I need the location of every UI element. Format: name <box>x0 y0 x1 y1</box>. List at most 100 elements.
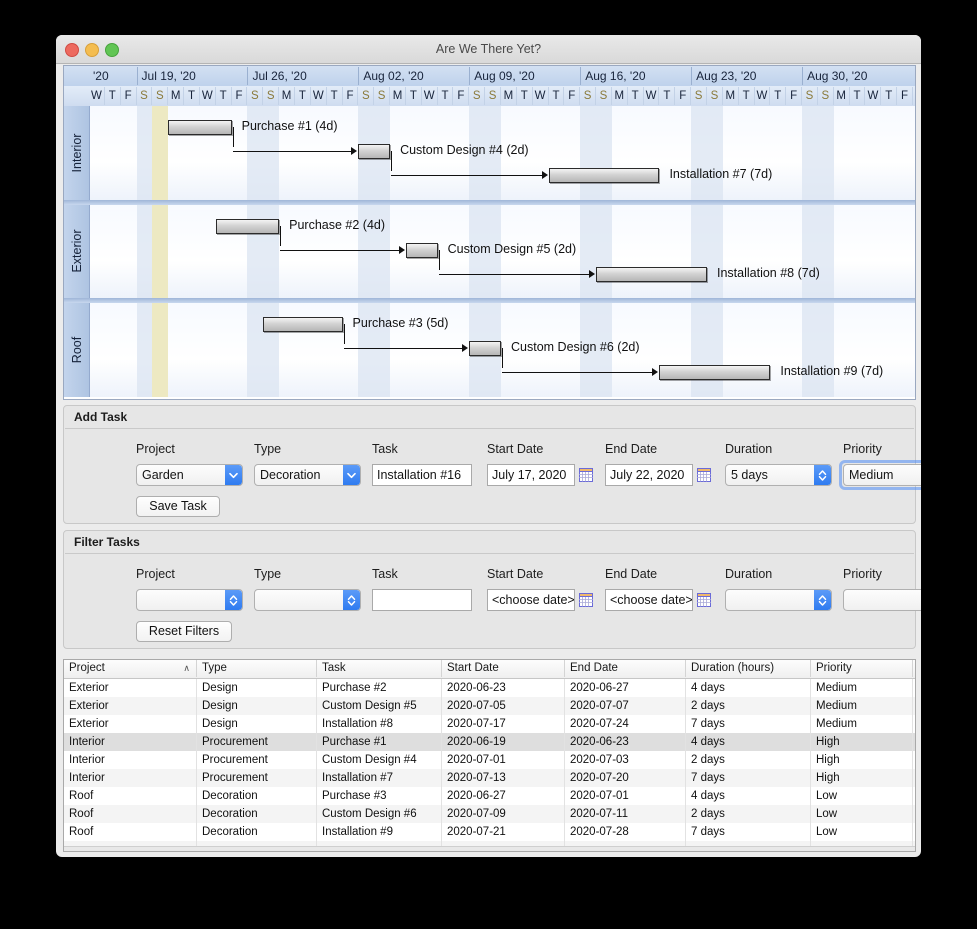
table-cell: Interior <box>64 751 197 769</box>
table-cell: 2020-06-27 <box>442 787 565 805</box>
gantt-day-label: F <box>675 87 692 105</box>
gantt-day-label: F <box>453 87 470 105</box>
gantt-week-label: '20 <box>93 69 109 83</box>
filter-start-date-input[interactable]: <choose date> <box>487 589 575 611</box>
gantt-bar[interactable] <box>469 341 501 357</box>
table-cell: 4 days <box>686 787 811 805</box>
gantt-bar-label: Purchase #3 (5d) <box>352 316 449 331</box>
gantt-link-horizontal <box>280 249 400 251</box>
table-column-header[interactable]: Project ∧ <box>64 660 197 677</box>
gantt-bar[interactable] <box>263 317 343 333</box>
table-cell: Decoration <box>197 787 317 805</box>
table-cell: 7 days <box>686 769 811 787</box>
table-column-header[interactable]: Duration (hours) <box>686 660 811 677</box>
table-cell: 2020-07-28 <box>565 823 686 841</box>
gantt-bar-label: Custom Design #4 (2d) <box>400 143 529 157</box>
gantt-day-label: F <box>232 87 248 105</box>
calendar-icon[interactable] <box>579 468 593 482</box>
table-cell: High <box>811 733 913 751</box>
table-row[interactable]: Exterior Design Custom Design #5 2020-07-05… <box>64 697 915 715</box>
add-task-name-input[interactable]: Installation #16 <box>372 464 472 486</box>
table-row[interactable]: Interior Procurement Installation #7 2020-0… <box>64 769 915 787</box>
add-end-date-input[interactable]: July 22, 2020 <box>605 464 693 486</box>
reset-filters-button[interactable]: Reset Filters <box>136 621 232 642</box>
add-project-label: Project <box>136 442 175 456</box>
gantt-day-label: S <box>263 87 280 105</box>
gantt-day-label: S <box>580 87 597 105</box>
gantt-day-label: S <box>152 87 169 105</box>
gantt-weekend-column <box>817 204 834 299</box>
tasks-table[interactable]: Project ∧ Type Task Start Date End Date Durati… <box>63 659 916 852</box>
table-row[interactable]: Interior Procurement Custom Design #4 2020-… <box>64 751 915 769</box>
gantt-row: Purchase #2 (4d) Custom Design #5 (2d) Ins… <box>64 204 915 299</box>
gantt-day-label: S <box>374 87 391 105</box>
add-priority-select[interactable]: Medium <box>843 464 921 486</box>
table-cell: Design <box>197 697 317 715</box>
filter-duration-select[interactable] <box>725 589 832 611</box>
gantt-chart[interactable]: '20 Jul 19, '20 Jul 26, '20 Aug 02, '20 Aug … <box>63 65 916 400</box>
gantt-bar[interactable] <box>596 266 707 282</box>
gantt-day-label: F <box>343 87 359 105</box>
gantt-day-label: F <box>121 87 137 105</box>
gantt-bar[interactable] <box>168 120 232 135</box>
table-column-header[interactable]: Task <box>317 660 442 677</box>
app-window: Are We There Yet? '20 Jul 19, '20 Jul 26, … <box>56 35 921 857</box>
gantt-day-label: M <box>168 87 185 105</box>
gantt-day-label: S <box>247 87 264 105</box>
gantt-day-label: T <box>105 87 121 105</box>
table-cell: Design <box>197 715 317 733</box>
gantt-bar-label: Purchase #1 (4d) <box>241 119 338 133</box>
table-column-header[interactable]: Start Date <box>442 660 565 677</box>
calendar-icon[interactable] <box>697 468 711 482</box>
table-column-header[interactable]: End Date <box>565 660 686 677</box>
gantt-bar[interactable] <box>358 144 391 159</box>
gantt-weekend-column <box>136 204 153 299</box>
add-duration-select[interactable]: 5 days <box>725 464 832 486</box>
filter-priority-label: Priority <box>843 567 882 581</box>
table-row[interactable]: Roof Decoration Purchase #3 2020-06-27 2020-… <box>64 787 915 805</box>
gantt-link-arrow-icon <box>541 171 548 179</box>
gantt-bar[interactable] <box>548 168 660 183</box>
table-column-header[interactable]: Priority <box>811 660 913 677</box>
table-row[interactable]: Exterior Design Installation #8 2020-07-17 2… <box>64 715 915 733</box>
gantt-link-arrow-icon <box>351 147 358 155</box>
gantt-bar[interactable] <box>215 218 280 234</box>
add-project-select[interactable]: Garden <box>136 464 243 486</box>
gantt-day-label: W <box>89 87 105 105</box>
gantt-row-label-text: Interior <box>69 133 84 173</box>
table-row[interactable]: Roof Decoration Custom Design #6 2020-07-09… <box>64 805 915 823</box>
filter-tasks-title: Filter Tasks <box>74 535 140 549</box>
gantt-weekend-column <box>247 303 264 397</box>
gantt-weekend-column <box>802 303 818 397</box>
filter-project-select[interactable] <box>136 589 243 611</box>
filter-type-select[interactable] <box>254 589 361 611</box>
gantt-weekend-column <box>691 303 707 397</box>
add-start-date-input[interactable]: July 17, 2020 <box>487 464 575 486</box>
gantt-day-label: S <box>691 87 707 105</box>
filter-priority-select[interactable] <box>843 589 921 611</box>
add-type-select[interactable]: Decoration <box>254 464 361 486</box>
gantt-today-column <box>152 204 169 299</box>
gantt-weekend-column <box>802 106 818 200</box>
table-cell: 2020-06-27 <box>565 679 686 697</box>
gantt-weekend-column <box>817 106 834 200</box>
table-row[interactable]: Exterior Design Purchase #2 2020-06-23 2020-… <box>64 679 915 697</box>
gantt-bar[interactable] <box>405 242 438 258</box>
gantt-day-label: W <box>533 87 549 105</box>
stepper-updown-icon <box>814 465 831 485</box>
add-type-value: Decoration <box>260 468 321 482</box>
add-end-date-label: End Date <box>605 442 658 456</box>
gantt-bar[interactable] <box>659 365 771 381</box>
gantt-day-label: W <box>644 87 660 105</box>
table-cell: 2020-07-09 <box>442 805 565 823</box>
filter-end-date-input[interactable]: <choose date> <box>605 589 693 611</box>
table-row[interactable]: Roof Decoration Installation #9 2020-07-21 2… <box>64 823 915 841</box>
calendar-icon[interactable] <box>697 593 711 607</box>
table-row[interactable]: Interior Procurement Purchase #1 2020-06-19… <box>64 733 915 751</box>
table-column-header-label: Priority <box>816 662 852 674</box>
calendar-icon[interactable] <box>579 593 593 607</box>
filter-task-input[interactable] <box>372 589 472 611</box>
gantt-row-label: Exterior <box>64 204 90 299</box>
table-column-header[interactable]: Type <box>197 660 317 677</box>
save-task-button[interactable]: Save Task <box>136 496 220 517</box>
